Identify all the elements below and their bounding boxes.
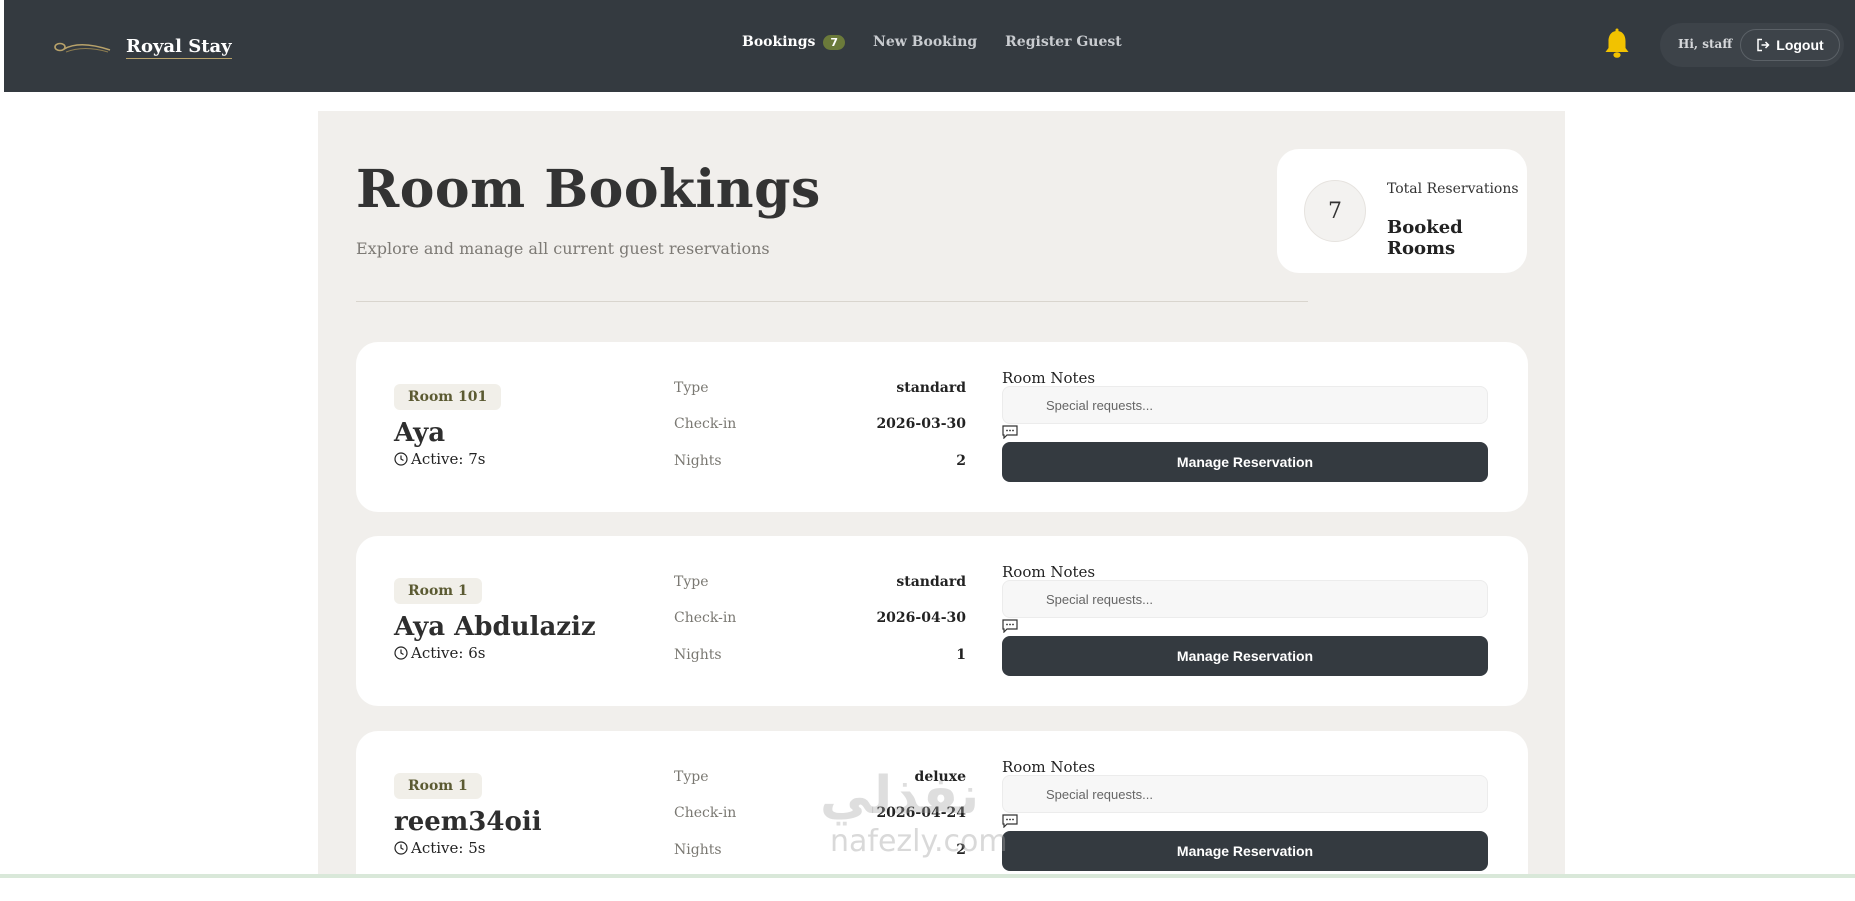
- nav-bookings-label: Bookings: [742, 34, 816, 50]
- room-badge: Room 1: [394, 578, 482, 604]
- booking-card: Room 101 Aya Active: 7s Type standard Ch…: [356, 342, 1528, 512]
- checkin-date: 2026-04-30: [876, 610, 966, 626]
- bookings-count-badge: 7: [823, 34, 846, 50]
- chat-icon: [1002, 425, 1018, 439]
- clock-icon: [394, 646, 408, 660]
- room-notes-label: Room Notes: [1002, 369, 1096, 387]
- detail-type: Type standard: [674, 380, 966, 400]
- room-badge: Room 101: [394, 384, 502, 410]
- room-type: standard: [896, 574, 966, 590]
- room-notes-label: Room Notes: [1002, 563, 1096, 581]
- active-timer: Active: 6s: [394, 644, 485, 662]
- room-notes-input[interactable]: [1002, 775, 1488, 813]
- detail-nights: Nights 1: [674, 647, 966, 667]
- detail-type: Type deluxe: [674, 769, 966, 789]
- title-divider: [356, 301, 1308, 302]
- detail-label: Type: [674, 574, 709, 590]
- detail-label: Check-in: [674, 610, 737, 626]
- detail-label: Type: [674, 380, 709, 396]
- page-subtitle: Explore and manage all current guest res…: [356, 239, 770, 258]
- brand-logo-icon: [54, 42, 111, 53]
- room-notes-input[interactable]: [1002, 580, 1488, 618]
- bookings-panel: Room Bookings Explore and manage all cur…: [318, 111, 1565, 901]
- reservations-count: 7: [1304, 180, 1366, 242]
- detail-nights: Nights 2: [674, 453, 966, 473]
- room-notes-label: Room Notes: [1002, 758, 1096, 776]
- room-notes-input[interactable]: [1002, 386, 1488, 424]
- detail-label: Nights: [674, 647, 722, 663]
- logout-button[interactable]: Logout: [1740, 29, 1840, 61]
- detail-label: Nights: [674, 453, 722, 469]
- user-greeting: Hi, staff: [1678, 37, 1733, 51]
- checkin-date: 2026-04-24: [876, 805, 966, 821]
- manage-reservation-button[interactable]: Manage Reservation: [1002, 831, 1488, 871]
- active-timer: Active: 5s: [394, 839, 485, 857]
- clock-icon: [394, 841, 408, 855]
- manage-reservation-button[interactable]: Manage Reservation: [1002, 442, 1488, 482]
- nights-count: 1: [956, 647, 966, 663]
- active-timer-text: Active: 7s: [411, 450, 486, 468]
- main-nav: Bookings 7 New Booking Register Guest: [742, 34, 1122, 50]
- chat-icon: [1002, 814, 1018, 828]
- nav-new-booking[interactable]: New Booking: [873, 34, 977, 50]
- clock-icon: [394, 452, 408, 466]
- nav-register-guest[interactable]: Register Guest: [1005, 34, 1122, 50]
- checkin-date: 2026-03-30: [876, 416, 966, 432]
- detail-checkin: Check-in 2026-04-30: [674, 610, 966, 630]
- detail-checkin: Check-in 2026-03-30: [674, 416, 966, 436]
- total-reservations-card: 7 Total Reservations Booked Rooms: [1277, 149, 1527, 273]
- active-timer: Active: 7s: [394, 450, 485, 468]
- detail-label: Type: [674, 769, 709, 785]
- active-timer-text: Active: 6s: [411, 644, 486, 662]
- detail-label: Check-in: [674, 805, 737, 821]
- brand-name: Royal Stay: [126, 35, 232, 59]
- detail-checkin: Check-in 2026-04-24: [674, 805, 966, 825]
- detail-label: Check-in: [674, 416, 737, 432]
- guest-name: Aya: [394, 418, 446, 448]
- page-title: Room Bookings: [356, 159, 821, 220]
- guest-name: reem34oii: [394, 807, 542, 837]
- logout-label: Logout: [1776, 37, 1824, 53]
- chat-icon: [1002, 619, 1018, 633]
- detail-type: Type standard: [674, 574, 966, 594]
- bell-icon[interactable]: [1604, 28, 1630, 60]
- nav-bookings[interactable]: Bookings 7: [742, 34, 846, 50]
- stats-value: Booked Rooms: [1387, 217, 1463, 259]
- manage-reservation-button[interactable]: Manage Reservation: [1002, 636, 1488, 676]
- brand[interactable]: Royal Stay: [50, 30, 232, 64]
- nights-count: 2: [956, 842, 966, 858]
- room-type: standard: [896, 380, 966, 396]
- user-menu: Hi, staff Logout: [1660, 23, 1844, 67]
- detail-label: Nights: [674, 842, 722, 858]
- room-badge: Room 1: [394, 773, 482, 799]
- detail-nights: Nights 2: [674, 842, 966, 862]
- bottom-strip: [0, 874, 1855, 878]
- stats-label: Total Reservations: [1387, 181, 1519, 197]
- room-type: deluxe: [914, 769, 966, 785]
- guest-name: Aya Abdulaziz: [394, 612, 596, 642]
- top-navbar: Royal Stay Bookings 7 New Booking Regist…: [4, 0, 1855, 92]
- active-timer-text: Active: 5s: [411, 839, 486, 857]
- logout-icon: [1757, 38, 1770, 52]
- nights-count: 2: [956, 453, 966, 469]
- booking-card: Room 1 Aya Abdulaziz Active: 6s Type sta…: [356, 536, 1528, 706]
